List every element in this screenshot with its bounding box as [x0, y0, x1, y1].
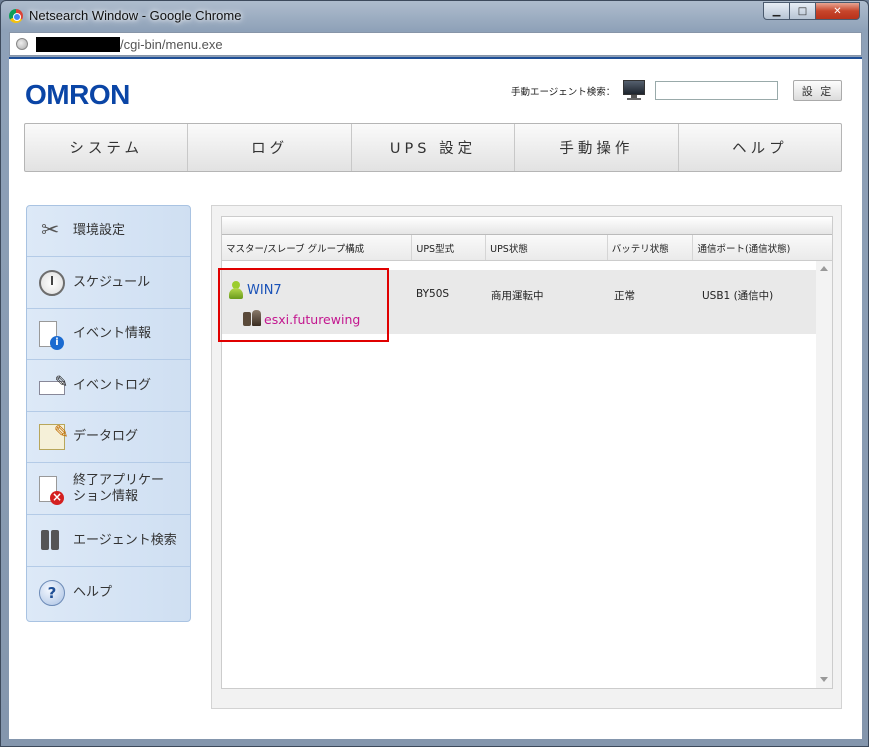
sidebar-item-environment-settings[interactable]: 環境設定 — [27, 206, 190, 257]
set-button[interactable]: 設 定 — [793, 80, 842, 101]
table-toolbar — [222, 217, 832, 235]
top-nav: システム ログ UPS 設定 手動操作 ヘルプ — [24, 123, 842, 172]
globe-icon — [16, 38, 28, 50]
binoculars-icon — [39, 528, 65, 554]
sidebar-item-data-log[interactable]: データログ — [27, 412, 190, 463]
sidebar-item-label: スケジュール — [73, 275, 151, 290]
main-panel: マスター/スレーブ グループ構成 UPS型式 UPS状態 バッテリ状態 通信ポー… — [211, 205, 842, 709]
column-header-model[interactable]: UPS型式 — [411, 235, 485, 260]
column-header-battery[interactable]: バッテリ状態 — [606, 235, 693, 260]
window-title: Netsearch Window - Google Chrome — [29, 8, 242, 23]
column-header-group[interactable]: マスター/スレーブ グループ構成 — [222, 235, 411, 260]
table-header: マスター/スレーブ グループ構成 UPS型式 UPS状態 バッテリ状態 通信ポー… — [222, 235, 832, 261]
minimize-button[interactable]: ▁ — [763, 2, 790, 20]
tab-system[interactable]: システム — [25, 124, 187, 171]
scroll-down-icon[interactable] — [820, 677, 828, 682]
sidebar-item-label: イベントログ — [73, 378, 152, 393]
sidebar-item-label: エージェント検索 — [73, 533, 177, 548]
agent-search-input[interactable] — [655, 81, 778, 100]
sidebar-item-shutdown-app-info[interactable]: 終了アプリケーション情報 — [27, 464, 190, 515]
redacted-host — [36, 37, 120, 52]
scroll-up-icon[interactable] — [820, 266, 828, 271]
sidebar-item-label: ヘルプ — [73, 584, 113, 600]
notepad-icon — [39, 422, 69, 450]
ups-model-cell: BY50S — [416, 288, 450, 300]
sidebar-item-event-info[interactable]: イベント情報 — [27, 309, 190, 360]
help-icon: ? — [39, 579, 65, 606]
ups-group-table: マスター/スレーブ グループ構成 UPS型式 UPS状態 バッテリ状態 通信ポー… — [218, 216, 833, 689]
address-bar[interactable]: /cgi-bin/menu.exe — [9, 32, 862, 56]
tab-log[interactable]: ログ — [187, 124, 350, 171]
tools-icon — [39, 218, 65, 244]
window-controls: ▁ □ ✕ — [763, 2, 860, 20]
sidebar-item-label: 環境設定 — [73, 223, 126, 238]
tab-manual-operation[interactable]: 手動操作 — [514, 124, 677, 171]
column-header-ups-status[interactable]: UPS状態 — [485, 235, 607, 260]
title-bar[interactable]: Netsearch Window - Google Chrome ▁ □ ✕ — [1, 1, 868, 31]
monitor-icon — [623, 80, 645, 100]
agent-search-label: 手動エージェント検索： — [511, 87, 616, 98]
sidebar-item-event-log[interactable]: イベントログ — [27, 361, 190, 412]
sidebar-item-help[interactable]: ? ヘルプ — [27, 567, 190, 618]
sidebar-item-label: イベント情報 — [73, 326, 152, 341]
tab-help[interactable]: ヘルプ — [677, 124, 841, 171]
shutdown-app-icon — [39, 476, 64, 505]
sidebar: 環境設定 スケジュール イベント情報 イベントログ データログ 終了 — [26, 205, 191, 622]
browser-window: Netsearch Window - Google Chrome ▁ □ ✕ /… — [0, 0, 869, 747]
sidebar-item-label: データログ — [73, 429, 139, 444]
column-header-port[interactable]: 通信ポート(通信状態) — [692, 235, 832, 260]
highlight-box — [218, 268, 389, 342]
sidebar-item-schedule[interactable]: スケジュール — [27, 258, 190, 309]
port-status-cell: USB1 (通信中) — [702, 290, 774, 302]
ups-status-cell: 商用運転中 — [491, 290, 544, 302]
battery-status-cell: 正常 — [614, 290, 635, 302]
sidebar-item-label: 終了アプリケー ション情報 — [73, 473, 165, 504]
tab-ups-settings[interactable]: UPS 設定 — [350, 124, 514, 171]
close-button[interactable]: ✕ — [815, 2, 860, 20]
chrome-logo-icon — [9, 9, 23, 23]
event-info-icon — [39, 321, 64, 350]
maximize-button[interactable]: □ — [789, 2, 816, 20]
page-content: OMRON 手動エージェント検索： 設 定 システム ログ UPS 設定 手動操… — [9, 57, 862, 739]
vertical-scrollbar[interactable] — [816, 261, 832, 688]
keyboard-pen-icon — [39, 372, 68, 395]
sidebar-item-agent-search[interactable]: エージェント検索 — [27, 516, 190, 567]
clock-icon — [39, 270, 65, 296]
omron-logo: OMRON — [25, 79, 130, 110]
url-text[interactable]: /cgi-bin/menu.exe — [120, 37, 223, 52]
